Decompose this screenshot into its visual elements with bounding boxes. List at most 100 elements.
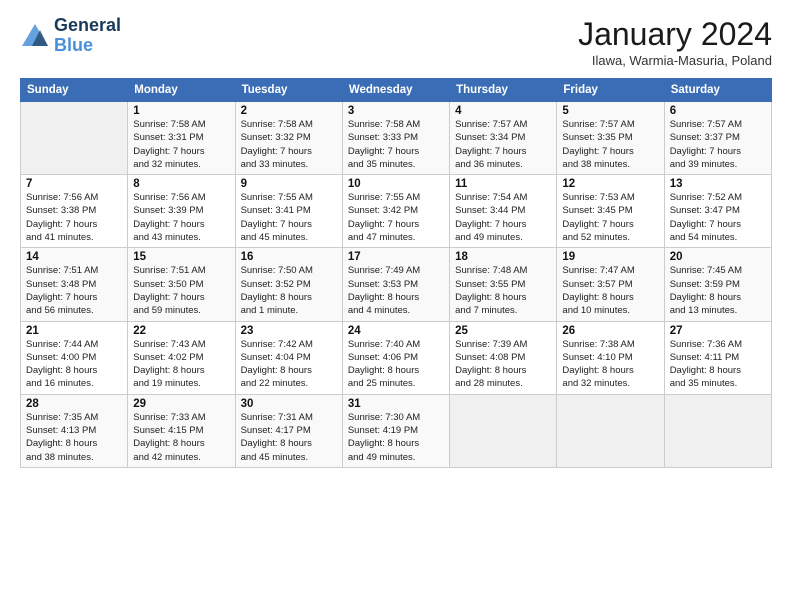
day-detail: Sunrise: 7:43 AM Sunset: 4:02 PM Dayligh… (133, 338, 229, 391)
day-cell: 6Sunrise: 7:57 AM Sunset: 3:37 PM Daylig… (664, 102, 771, 175)
day-cell: 8Sunrise: 7:56 AM Sunset: 3:39 PM Daylig… (128, 175, 235, 248)
day-number: 22 (133, 325, 229, 337)
day-cell: 5Sunrise: 7:57 AM Sunset: 3:35 PM Daylig… (557, 102, 664, 175)
week-row-1: 7Sunrise: 7:56 AM Sunset: 3:38 PM Daylig… (21, 175, 772, 248)
day-detail: Sunrise: 7:52 AM Sunset: 3:47 PM Dayligh… (670, 191, 766, 244)
day-number: 26 (562, 325, 658, 337)
day-number: 12 (562, 178, 658, 190)
day-cell: 18Sunrise: 7:48 AM Sunset: 3:55 PM Dayli… (450, 248, 557, 321)
day-detail: Sunrise: 7:57 AM Sunset: 3:34 PM Dayligh… (455, 118, 551, 171)
day-number: 9 (241, 178, 337, 190)
col-header-monday: Monday (128, 79, 235, 102)
main-title: January 2024 (578, 16, 772, 53)
day-cell (664, 394, 771, 467)
day-cell (450, 394, 557, 467)
subtitle: Ilawa, Warmia-Masuria, Poland (578, 53, 772, 68)
week-row-0: 1Sunrise: 7:58 AM Sunset: 3:31 PM Daylig… (21, 102, 772, 175)
day-number: 11 (455, 178, 551, 190)
day-detail: Sunrise: 7:47 AM Sunset: 3:57 PM Dayligh… (562, 264, 658, 317)
day-cell: 15Sunrise: 7:51 AM Sunset: 3:50 PM Dayli… (128, 248, 235, 321)
day-cell: 1Sunrise: 7:58 AM Sunset: 3:31 PM Daylig… (128, 102, 235, 175)
day-number: 19 (562, 251, 658, 263)
day-number: 6 (670, 105, 766, 117)
day-cell (557, 394, 664, 467)
day-number: 16 (241, 251, 337, 263)
day-number: 4 (455, 105, 551, 117)
day-detail: Sunrise: 7:45 AM Sunset: 3:59 PM Dayligh… (670, 264, 766, 317)
day-cell: 27Sunrise: 7:36 AM Sunset: 4:11 PM Dayli… (664, 321, 771, 394)
day-number: 24 (348, 325, 444, 337)
day-cell: 28Sunrise: 7:35 AM Sunset: 4:13 PM Dayli… (21, 394, 128, 467)
day-cell: 11Sunrise: 7:54 AM Sunset: 3:44 PM Dayli… (450, 175, 557, 248)
day-cell: 17Sunrise: 7:49 AM Sunset: 3:53 PM Dayli… (342, 248, 449, 321)
day-detail: Sunrise: 7:51 AM Sunset: 3:48 PM Dayligh… (26, 264, 122, 317)
week-row-4: 28Sunrise: 7:35 AM Sunset: 4:13 PM Dayli… (21, 394, 772, 467)
day-detail: Sunrise: 7:44 AM Sunset: 4:00 PM Dayligh… (26, 338, 122, 391)
day-cell: 22Sunrise: 7:43 AM Sunset: 4:02 PM Dayli… (128, 321, 235, 394)
day-number: 27 (670, 325, 766, 337)
day-cell: 24Sunrise: 7:40 AM Sunset: 4:06 PM Dayli… (342, 321, 449, 394)
day-number: 14 (26, 251, 122, 263)
col-header-sunday: Sunday (21, 79, 128, 102)
day-cell: 31Sunrise: 7:30 AM Sunset: 4:19 PM Dayli… (342, 394, 449, 467)
day-cell: 9Sunrise: 7:55 AM Sunset: 3:41 PM Daylig… (235, 175, 342, 248)
day-number: 17 (348, 251, 444, 263)
page: General Blue January 2024 Ilawa, Warmia-… (0, 0, 792, 612)
col-header-thursday: Thursday (450, 79, 557, 102)
day-detail: Sunrise: 7:31 AM Sunset: 4:17 PM Dayligh… (241, 411, 337, 464)
logo: General Blue (20, 16, 121, 56)
day-detail: Sunrise: 7:56 AM Sunset: 3:39 PM Dayligh… (133, 191, 229, 244)
logo-line1: General (54, 16, 121, 36)
day-detail: Sunrise: 7:50 AM Sunset: 3:52 PM Dayligh… (241, 264, 337, 317)
day-cell: 14Sunrise: 7:51 AM Sunset: 3:48 PM Dayli… (21, 248, 128, 321)
day-number: 1 (133, 105, 229, 117)
day-number: 23 (241, 325, 337, 337)
day-cell: 19Sunrise: 7:47 AM Sunset: 3:57 PM Dayli… (557, 248, 664, 321)
day-number: 15 (133, 251, 229, 263)
day-cell: 4Sunrise: 7:57 AM Sunset: 3:34 PM Daylig… (450, 102, 557, 175)
day-cell: 30Sunrise: 7:31 AM Sunset: 4:17 PM Dayli… (235, 394, 342, 467)
title-block: January 2024 Ilawa, Warmia-Masuria, Pola… (578, 16, 772, 68)
day-detail: Sunrise: 7:53 AM Sunset: 3:45 PM Dayligh… (562, 191, 658, 244)
day-cell: 16Sunrise: 7:50 AM Sunset: 3:52 PM Dayli… (235, 248, 342, 321)
day-detail: Sunrise: 7:57 AM Sunset: 3:37 PM Dayligh… (670, 118, 766, 171)
day-cell: 3Sunrise: 7:58 AM Sunset: 3:33 PM Daylig… (342, 102, 449, 175)
day-number: 7 (26, 178, 122, 190)
day-cell: 21Sunrise: 7:44 AM Sunset: 4:00 PM Dayli… (21, 321, 128, 394)
day-number: 31 (348, 398, 444, 410)
day-detail: Sunrise: 7:56 AM Sunset: 3:38 PM Dayligh… (26, 191, 122, 244)
day-detail: Sunrise: 7:58 AM Sunset: 3:31 PM Dayligh… (133, 118, 229, 171)
day-cell: 12Sunrise: 7:53 AM Sunset: 3:45 PM Dayli… (557, 175, 664, 248)
day-detail: Sunrise: 7:38 AM Sunset: 4:10 PM Dayligh… (562, 338, 658, 391)
day-detail: Sunrise: 7:49 AM Sunset: 3:53 PM Dayligh… (348, 264, 444, 317)
day-detail: Sunrise: 7:35 AM Sunset: 4:13 PM Dayligh… (26, 411, 122, 464)
day-number: 30 (241, 398, 337, 410)
header: General Blue January 2024 Ilawa, Warmia-… (20, 16, 772, 68)
col-header-saturday: Saturday (664, 79, 771, 102)
day-cell: 29Sunrise: 7:33 AM Sunset: 4:15 PM Dayli… (128, 394, 235, 467)
day-cell: 20Sunrise: 7:45 AM Sunset: 3:59 PM Dayli… (664, 248, 771, 321)
day-detail: Sunrise: 7:55 AM Sunset: 3:42 PM Dayligh… (348, 191, 444, 244)
day-number: 21 (26, 325, 122, 337)
day-number: 18 (455, 251, 551, 263)
day-detail: Sunrise: 7:58 AM Sunset: 3:33 PM Dayligh… (348, 118, 444, 171)
day-cell: 2Sunrise: 7:58 AM Sunset: 3:32 PM Daylig… (235, 102, 342, 175)
logo-text: General Blue (54, 16, 121, 56)
day-detail: Sunrise: 7:30 AM Sunset: 4:19 PM Dayligh… (348, 411, 444, 464)
day-cell: 23Sunrise: 7:42 AM Sunset: 4:04 PM Dayli… (235, 321, 342, 394)
calendar-table: SundayMondayTuesdayWednesdayThursdayFrid… (20, 78, 772, 468)
day-cell: 10Sunrise: 7:55 AM Sunset: 3:42 PM Dayli… (342, 175, 449, 248)
day-number: 13 (670, 178, 766, 190)
day-detail: Sunrise: 7:48 AM Sunset: 3:55 PM Dayligh… (455, 264, 551, 317)
day-detail: Sunrise: 7:33 AM Sunset: 4:15 PM Dayligh… (133, 411, 229, 464)
week-row-3: 21Sunrise: 7:44 AM Sunset: 4:00 PM Dayli… (21, 321, 772, 394)
day-cell: 13Sunrise: 7:52 AM Sunset: 3:47 PM Dayli… (664, 175, 771, 248)
day-detail: Sunrise: 7:39 AM Sunset: 4:08 PM Dayligh… (455, 338, 551, 391)
day-detail: Sunrise: 7:40 AM Sunset: 4:06 PM Dayligh… (348, 338, 444, 391)
col-header-friday: Friday (557, 79, 664, 102)
day-number: 8 (133, 178, 229, 190)
day-cell: 7Sunrise: 7:56 AM Sunset: 3:38 PM Daylig… (21, 175, 128, 248)
day-detail: Sunrise: 7:51 AM Sunset: 3:50 PM Dayligh… (133, 264, 229, 317)
logo-line2: Blue (54, 36, 121, 56)
day-number: 10 (348, 178, 444, 190)
